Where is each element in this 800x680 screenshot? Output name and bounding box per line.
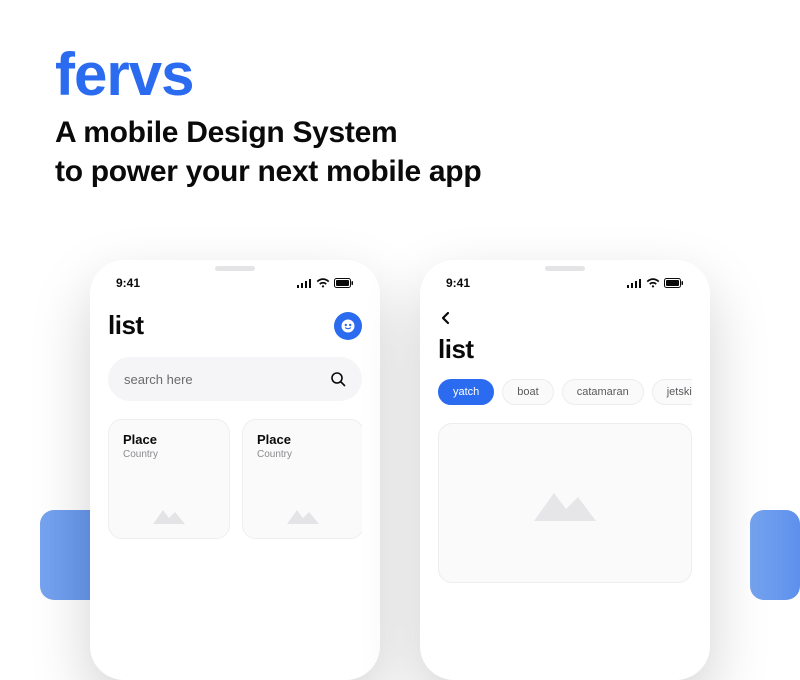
phone-mockup-2: 9:41 list yatch boat catamaran xyxy=(420,260,710,680)
status-time: 9:41 xyxy=(446,276,470,290)
card-title: Place xyxy=(123,432,215,447)
chip-jetski[interactable]: jetski xyxy=(652,379,692,405)
back-button[interactable] xyxy=(432,304,460,332)
phone-mockup-1: 9:41 list search here xyxy=(90,260,380,680)
image-placeholder-icon xyxy=(123,490,215,538)
place-card[interactable]: Place Country xyxy=(242,419,362,539)
page-title: list xyxy=(438,334,692,365)
back-row xyxy=(438,304,692,332)
tagline-line-2: to power your next mobile app xyxy=(55,155,481,188)
filter-chips: yatch boat catamaran jetski c xyxy=(438,379,692,405)
image-placeholder-icon xyxy=(257,490,349,538)
status-icons xyxy=(297,278,354,288)
search-input[interactable]: search here xyxy=(108,357,362,401)
status-icons xyxy=(627,278,684,288)
signal-icon xyxy=(297,278,312,288)
chevron-left-icon xyxy=(439,311,453,325)
page-title: list xyxy=(108,310,144,341)
chip-boat[interactable]: boat xyxy=(502,379,553,405)
phone-notch xyxy=(545,266,585,271)
status-time: 9:41 xyxy=(116,276,140,290)
phone-notch xyxy=(215,266,255,271)
card-subtitle: Country xyxy=(123,449,215,460)
detail-card[interactable] xyxy=(438,423,692,583)
card-list: Place Country Place Country P C xyxy=(108,419,362,539)
card-subtitle: Country xyxy=(257,449,349,460)
search-icon xyxy=(330,371,346,387)
place-card[interactable]: Place Country xyxy=(108,419,230,539)
brand-logo: fervs xyxy=(55,40,745,109)
image-placeholder-icon xyxy=(530,481,600,525)
tagline: A mobile Design System to power your nex… xyxy=(55,113,745,191)
tagline-line-1: A mobile Design System xyxy=(55,116,397,149)
card-title: Place xyxy=(257,432,349,447)
search-placeholder: search here xyxy=(124,372,193,387)
wifi-icon xyxy=(316,278,330,288)
chip-catamaran[interactable]: catamaran xyxy=(562,379,644,405)
avatar[interactable] xyxy=(334,312,362,340)
chip-yatch[interactable]: yatch xyxy=(438,379,494,405)
signal-icon xyxy=(627,278,642,288)
battery-icon xyxy=(664,278,684,288)
wifi-icon xyxy=(646,278,660,288)
battery-icon xyxy=(334,278,354,288)
